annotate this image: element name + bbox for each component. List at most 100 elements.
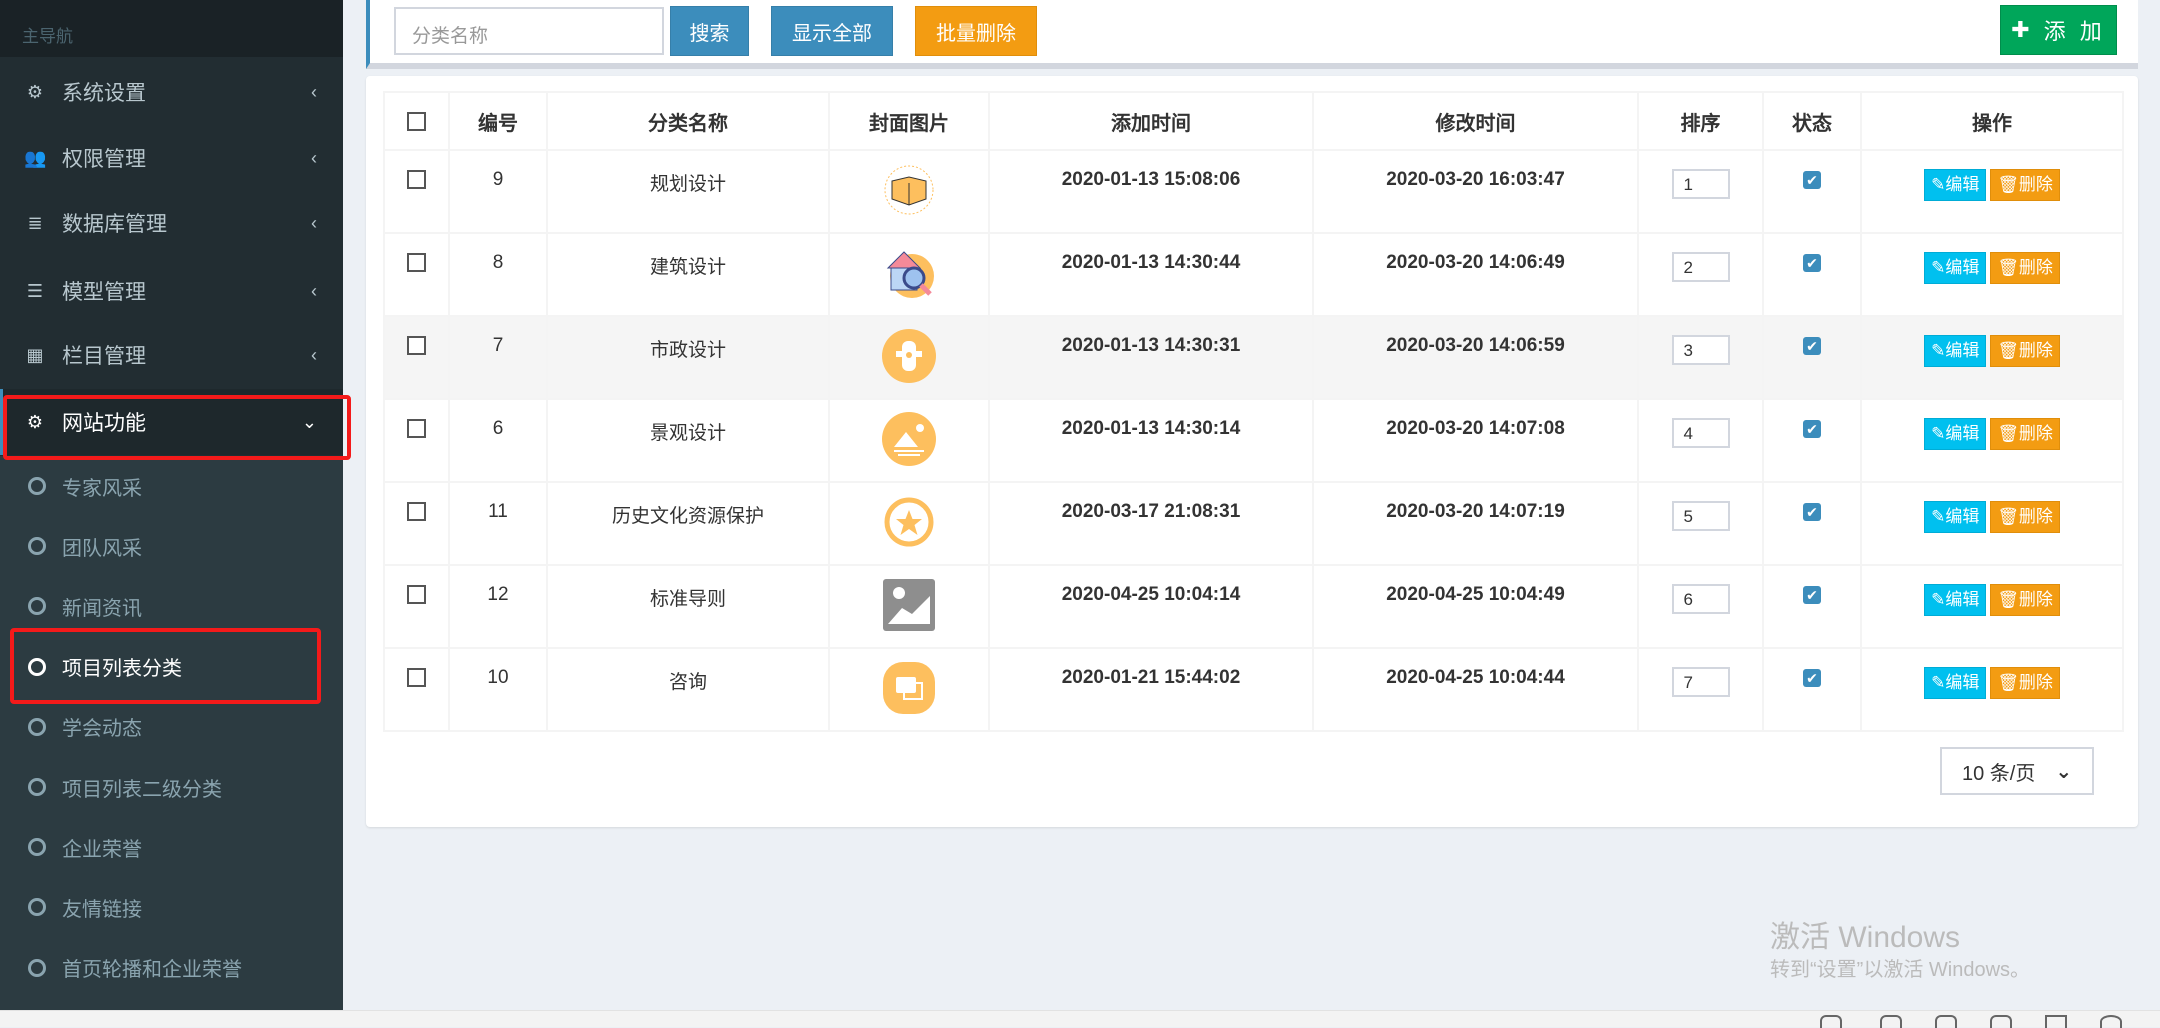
delete-button[interactable]: 🗑删除 — [1990, 418, 2060, 450]
batch-delete-button[interactable]: 批量删除 — [915, 6, 1037, 56]
row-sort-cell: 6 — [1637, 564, 1764, 649]
volume-icon[interactable] — [1990, 1015, 2012, 1028]
sort-input[interactable]: 2 — [1671, 252, 1730, 282]
row-id: 11 — [448, 481, 548, 566]
row-status-cell: ✔ — [1762, 149, 1862, 234]
row-select-cell[interactable] — [383, 564, 450, 649]
row-select-cell[interactable] — [383, 647, 450, 732]
row-id: 6 — [448, 398, 548, 483]
header-status: 状态 — [1762, 91, 1862, 151]
row-id: 7 — [448, 315, 548, 400]
row-name: 规划设计 — [546, 149, 830, 234]
edit-button[interactable]: ✎编辑 — [1924, 667, 1987, 699]
delete-button[interactable]: 🗑删除 — [1990, 252, 2060, 284]
chevron-left-icon: ‹ — [311, 81, 317, 102]
status-checkbox[interactable]: ✔ — [1803, 337, 1821, 355]
grid-icon: ▦ — [26, 344, 44, 365]
add-button[interactable]: ✚ 添 加 — [2000, 5, 2117, 55]
notification-icon[interactable] — [2045, 1015, 2067, 1028]
submenu-item[interactable]: 团队风采 — [0, 516, 343, 576]
row-name: 建筑设计 — [546, 232, 830, 317]
submenu-item[interactable]: 首页轮播和企业荣誉 — [0, 938, 343, 998]
status-checkbox[interactable]: ✔ — [1803, 254, 1821, 272]
submenu-item[interactable]: 友情链接 — [0, 877, 343, 937]
circle-icon — [28, 537, 46, 556]
select-all-checkbox[interactable] — [407, 111, 426, 131]
sidebar-item[interactable]: ⚙ 系统设置 ‹ — [0, 59, 343, 125]
row-checkbox[interactable] — [407, 253, 426, 273]
category-table: 编号 分类名称 封面图片 添加时间 修改时间 排序 状态 操作 9 规划设计 2… — [383, 91, 2124, 732]
status-checkbox[interactable]: ✔ — [1803, 669, 1821, 687]
status-checkbox[interactable]: ✔ — [1803, 171, 1821, 189]
status-checkbox[interactable]: ✔ — [1803, 586, 1821, 604]
sidebar-item[interactable]: ▦ 栏目管理 ‹ — [0, 322, 343, 388]
sort-input[interactable]: 7 — [1671, 667, 1730, 697]
row-image-cell — [828, 647, 990, 732]
status-checkbox[interactable]: ✔ — [1803, 420, 1821, 438]
sort-input[interactable]: 4 — [1671, 418, 1730, 448]
submenu-item[interactable]: 项目列表二级分类 — [0, 757, 343, 817]
row-modified-time: 2020-03-20 14:07:08 — [1312, 398, 1639, 483]
table-row: 7 市政设计 2020-01-13 14:30:31 2020-03-20 14… — [383, 315, 2124, 400]
sort-input[interactable]: 6 — [1671, 584, 1730, 614]
row-select-cell[interactable] — [383, 232, 450, 317]
edit-button[interactable]: ✎编辑 — [1924, 169, 1987, 201]
select-all-header[interactable] — [383, 91, 450, 151]
search-button[interactable]: 搜索 — [670, 6, 749, 56]
sort-input[interactable]: 1 — [1671, 169, 1730, 199]
edit-button[interactable]: ✎编辑 — [1924, 584, 1987, 616]
row-checkbox[interactable] — [407, 336, 426, 356]
row-select-cell[interactable] — [383, 149, 450, 234]
sidebar-item[interactable]: ≣ 数据库管理 ‹ — [0, 190, 343, 256]
sidebar-item[interactable]: 👥 权限管理 ‹ — [0, 125, 343, 191]
tray-icon[interactable] — [1820, 1015, 1842, 1028]
submenu-item[interactable]: 学会动态 — [0, 697, 343, 757]
edit-button[interactable]: ✎编辑 — [1924, 418, 1987, 450]
delete-button[interactable]: 🗑删除 — [1990, 584, 2060, 616]
highlight-box-project-category — [10, 628, 321, 704]
row-checkbox[interactable] — [407, 170, 426, 190]
row-sort-cell: 2 — [1637, 232, 1764, 317]
row-checkbox[interactable] — [407, 502, 426, 522]
row-image-cell — [828, 149, 990, 234]
row-checkbox[interactable] — [407, 585, 426, 605]
page-size-select[interactable]: 10 条/页 ⌄ — [1940, 747, 2094, 795]
sort-input[interactable]: 5 — [1671, 501, 1730, 531]
submenu-item[interactable]: 专家风采 — [0, 456, 343, 516]
row-select-cell[interactable] — [383, 481, 450, 566]
tray-icon[interactable] — [1935, 1015, 1957, 1028]
edit-icon: ✎ — [1931, 590, 1946, 609]
edit-button[interactable]: ✎编辑 — [1924, 252, 1987, 284]
delete-button[interactable]: 🗑删除 — [1990, 169, 2060, 201]
sidebar-item[interactable]: ☰ 模型管理 ‹ — [0, 258, 343, 324]
row-select-cell[interactable] — [383, 315, 450, 400]
row-added-time: 2020-01-13 15:08:06 — [988, 149, 1314, 234]
row-actions: ✎编辑 🗑删除 — [1860, 564, 2124, 649]
edit-button[interactable]: ✎编辑 — [1924, 335, 1987, 367]
nav-header: 主导航 — [0, 0, 343, 57]
delete-button[interactable]: 🗑删除 — [1990, 335, 2060, 367]
status-checkbox[interactable]: ✔ — [1803, 503, 1821, 521]
search-input[interactable]: 分类名称 — [394, 7, 664, 55]
row-name: 标准导则 — [546, 564, 830, 649]
tray-icon[interactable] — [1880, 1015, 1902, 1028]
hydrant-image — [882, 329, 936, 383]
chat-image — [883, 662, 935, 714]
row-select-cell[interactable] — [383, 398, 450, 483]
sort-input[interactable]: 3 — [1671, 335, 1730, 365]
row-checkbox[interactable] — [407, 668, 426, 688]
delete-button[interactable]: 🗑删除 — [1990, 667, 2060, 699]
search-icon[interactable] — [2100, 1015, 2122, 1028]
show-all-button[interactable]: 显示全部 — [771, 6, 893, 56]
table-row: 12 标准导则 2020-04-25 10:04:14 2020-04-25 1… — [383, 564, 2124, 649]
trash-icon: 🗑 — [1997, 258, 2019, 277]
row-checkbox[interactable] — [407, 419, 426, 439]
header-sort: 排序 — [1637, 91, 1764, 151]
row-actions: ✎编辑 🗑删除 — [1860, 647, 2124, 732]
circle-icon — [28, 778, 46, 796]
edit-button[interactable]: ✎编辑 — [1924, 501, 1987, 533]
delete-button[interactable]: 🗑删除 — [1990, 501, 2060, 533]
planning-image — [884, 165, 934, 215]
trash-icon: 🗑 — [1997, 590, 2019, 609]
submenu-item[interactable]: 企业荣誉 — [0, 817, 343, 877]
